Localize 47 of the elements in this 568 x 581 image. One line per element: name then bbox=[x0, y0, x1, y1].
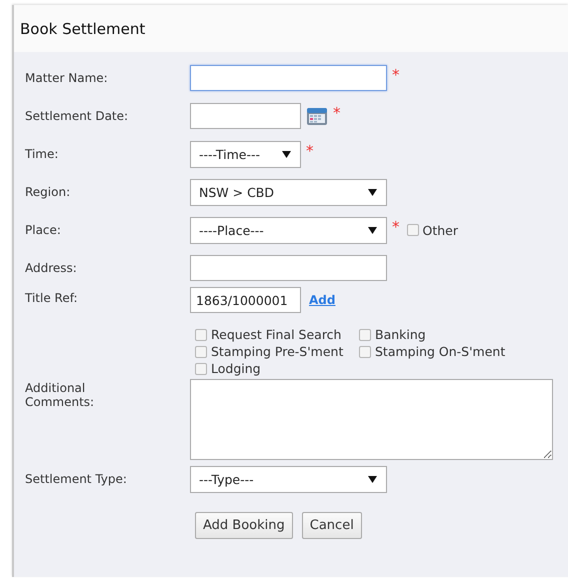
date-field[interactable] bbox=[190, 103, 301, 129]
dropdown[interactable]: NSW > CBD bbox=[190, 178, 387, 206]
dropdown[interactable]: ----Time--- bbox=[190, 140, 301, 168]
field-label: Region: bbox=[24, 185, 72, 199]
text-field[interactable]: 1863/1000001 bbox=[190, 287, 301, 313]
text-field[interactable] bbox=[190, 255, 387, 281]
field-label: Address: bbox=[24, 261, 78, 275]
checkbox[interactable] bbox=[359, 346, 371, 358]
field-label: Settlement Type: bbox=[24, 472, 128, 486]
field-label: Title Ref: bbox=[24, 290, 79, 305]
checkbox[interactable] bbox=[406, 224, 418, 236]
checkbox[interactable] bbox=[195, 328, 207, 340]
add-link[interactable]: Add bbox=[309, 293, 336, 307]
required-mark: * bbox=[392, 66, 400, 84]
checkbox-label: Banking bbox=[375, 327, 426, 342]
checkbox-option[interactable]: Stamping Pre-S'ment bbox=[195, 344, 359, 359]
required-mark: * bbox=[392, 218, 400, 236]
checkbox-option[interactable]: Banking bbox=[359, 327, 506, 342]
cancel-button[interactable]: Cancel bbox=[302, 512, 362, 538]
checkbox-option[interactable]: Request Final Search bbox=[195, 327, 359, 342]
checkbox-option[interactable]: Lodging bbox=[195, 361, 359, 376]
checkbox[interactable] bbox=[195, 362, 207, 374]
panel-title: Book Settlement bbox=[20, 20, 146, 38]
checkbox-label: Lodging bbox=[211, 361, 261, 376]
dropdown-arrow-icon bbox=[282, 150, 291, 158]
field-label: Place: bbox=[24, 223, 62, 237]
comments-field[interactable] bbox=[190, 379, 553, 460]
calendar-icon[interactable] bbox=[306, 106, 328, 126]
required-mark: * bbox=[306, 142, 314, 160]
checkbox-option[interactable]: Other bbox=[406, 222, 458, 238]
checkbox-label: Other bbox=[422, 222, 458, 238]
dropdown[interactable]: ----Place--- bbox=[190, 216, 387, 244]
dropdown-arrow-icon bbox=[368, 226, 377, 234]
dropdown-arrow-icon bbox=[368, 476, 377, 482]
add-booking-button[interactable]: Add Booking bbox=[195, 512, 293, 538]
field-label: Settlement Date: bbox=[24, 109, 130, 123]
field-label: Matter Name: bbox=[24, 71, 109, 85]
dropdown[interactable]: ---Type--- bbox=[190, 466, 387, 492]
dropdown-arrow-icon bbox=[368, 188, 377, 196]
checkbox[interactable] bbox=[195, 346, 207, 358]
text-field[interactable] bbox=[190, 65, 387, 91]
checkbox-label: Stamping Pre-S'ment bbox=[211, 344, 344, 359]
field-label: Time: bbox=[24, 147, 60, 161]
field-label: Additional Comments: bbox=[24, 380, 96, 409]
checkbox[interactable] bbox=[359, 328, 371, 340]
checkbox-label: Request Final Search bbox=[211, 327, 342, 342]
required-mark: * bbox=[333, 104, 340, 122]
